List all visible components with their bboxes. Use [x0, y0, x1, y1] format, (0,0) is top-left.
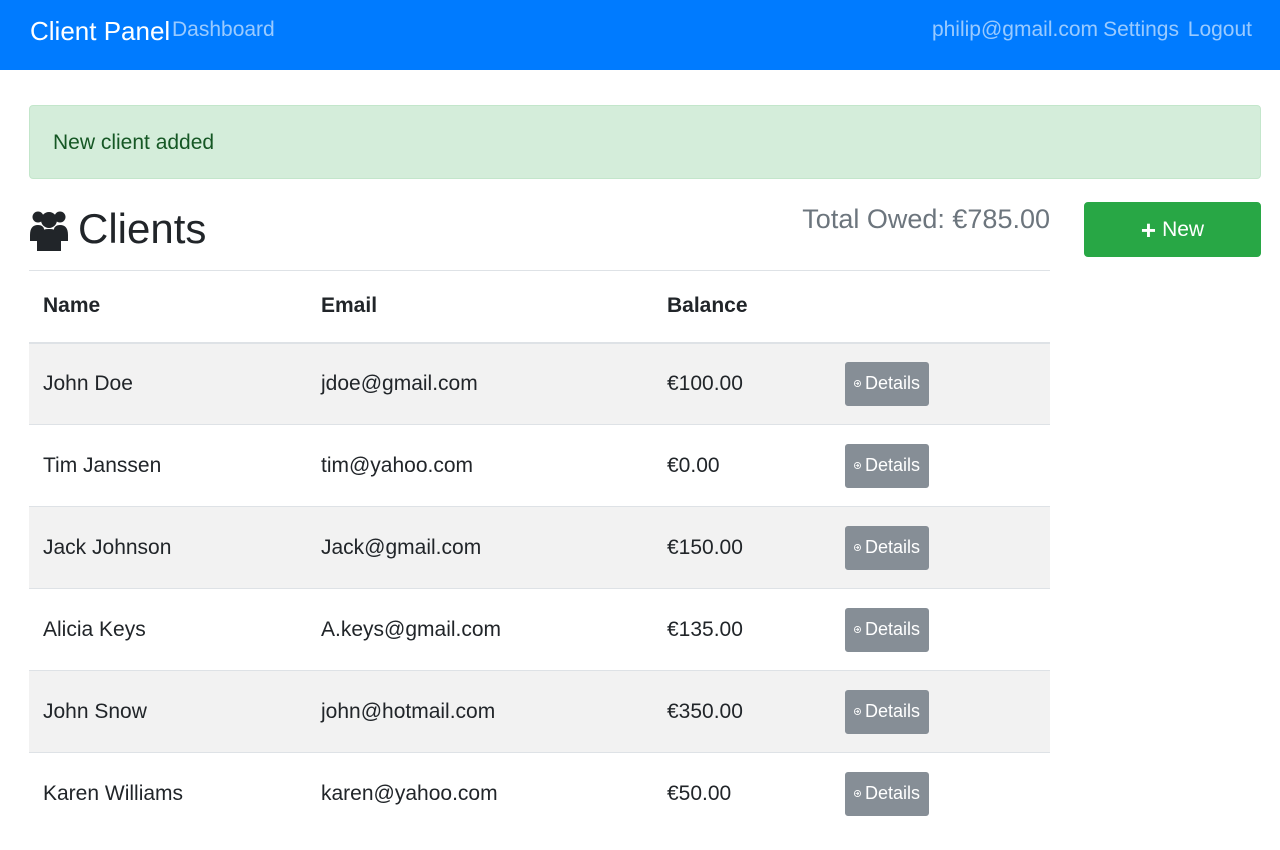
cell-balance: €150.00 — [653, 506, 831, 589]
cell-email: tim@yahoo.com — [307, 424, 653, 507]
details-button[interactable]: Details — [845, 525, 929, 570]
table-row: John Doe jdoe@gmail.com €100.00 Details — [29, 342, 1050, 425]
page-title: Clients — [78, 205, 207, 252]
details-button[interactable]: Details — [845, 361, 929, 406]
cell-name: Alicia Keys — [29, 588, 307, 671]
nav-logout-link[interactable]: Logout — [1188, 18, 1252, 42]
header-name: Name — [29, 270, 307, 344]
arrow-circle-right-icon — [854, 626, 861, 633]
table-row: Alicia Keys A.keys@gmail.com €135.00 Detail… — [29, 588, 1050, 671]
details-label: Details — [864, 455, 920, 475]
arrow-circle-right-icon — [854, 380, 861, 388]
cell-actions: Details — [831, 670, 1050, 753]
details-button[interactable]: Details — [845, 607, 929, 652]
arrow-circle-right-icon — [854, 544, 861, 551]
details-label: Details — [864, 701, 920, 721]
total-owed-value: €785.00 — [952, 204, 1050, 234]
cell-email: Jack@gmail.com — [307, 506, 653, 589]
total-owed: Total Owed: €785.00 — [802, 204, 1050, 235]
clients-table: Name Email Balance John Doe jdoe@gmail.co… — [29, 270, 1050, 835]
details-label: Details — [864, 619, 920, 639]
nav-dashboard-link[interactable]: Dashboard — [172, 18, 275, 42]
header-balance: Balance — [653, 270, 831, 344]
clients-table-container: Name Email Balance John Doe jdoe@gmail.co… — [29, 270, 1050, 835]
cell-actions: Details — [831, 752, 1050, 835]
nav-settings-link[interactable]: Settings — [1103, 18, 1179, 42]
cell-actions: Details — [831, 588, 1050, 671]
header-email: Email — [307, 270, 653, 344]
arrow-circle-right-icon — [854, 462, 861, 469]
cell-name: Tim Janssen — [29, 424, 307, 507]
page-heading: Clients — [30, 205, 206, 253]
brand-link[interactable]: Client Panel — [30, 16, 170, 47]
cell-actions: Details — [831, 506, 1050, 589]
details-button[interactable]: Details — [845, 771, 929, 816]
cell-email: A.keys@gmail.com — [307, 588, 653, 671]
cell-actions: Details — [831, 424, 1050, 507]
new-client-button[interactable]: + New — [1084, 202, 1261, 257]
cell-name: John Snow — [29, 670, 307, 753]
cell-email: john@hotmail.com — [307, 670, 653, 753]
details-button[interactable]: Details — [845, 443, 929, 488]
cell-balance: €0.00 — [653, 424, 831, 507]
details-button[interactable]: Details — [845, 689, 929, 734]
cell-name: Jack Johnson — [29, 506, 307, 589]
header-actions — [831, 270, 1050, 344]
new-button-label: New — [1162, 217, 1205, 241]
cell-balance: €135.00 — [653, 588, 831, 671]
cell-email: jdoe@gmail.com — [307, 342, 653, 425]
plus-icon: + — [1140, 214, 1157, 245]
cell-actions: Details — [831, 342, 1050, 425]
table-row: Tim Janssen tim@yahoo.com €0.00 Details — [29, 424, 1050, 507]
details-label: Details — [864, 537, 920, 557]
table-row: Karen Williams karen@yahoo.com €50.00 Detai… — [29, 752, 1050, 835]
arrow-circle-right-icon — [854, 708, 861, 715]
details-label: Details — [864, 783, 920, 804]
total-owed-label: Total Owed: — [802, 204, 945, 234]
cell-balance: €50.00 — [653, 752, 831, 835]
table-row: Jack Johnson Jack@gmail.com €150.00 Details — [29, 506, 1050, 589]
nav-user-email-link[interactable]: philip@gmail.com — [932, 18, 1098, 42]
table-row: John Snow john@hotmail.com €350.00 Details — [29, 670, 1050, 753]
table-header-row: Name Email Balance — [29, 270, 1050, 344]
navbar: Client Panel Dashboard philip@gmail.com … — [0, 0, 1280, 70]
arrow-circle-right-icon — [854, 790, 861, 798]
success-alert: New client added — [29, 105, 1261, 179]
cell-name: Karen Williams — [29, 752, 307, 835]
details-label: Details — [864, 373, 920, 394]
cell-balance: €100.00 — [653, 342, 831, 425]
users-icon — [30, 211, 68, 251]
cell-balance: €350.00 — [653, 670, 831, 753]
cell-email: karen@yahoo.com — [307, 752, 653, 835]
cell-name: John Doe — [29, 342, 307, 425]
